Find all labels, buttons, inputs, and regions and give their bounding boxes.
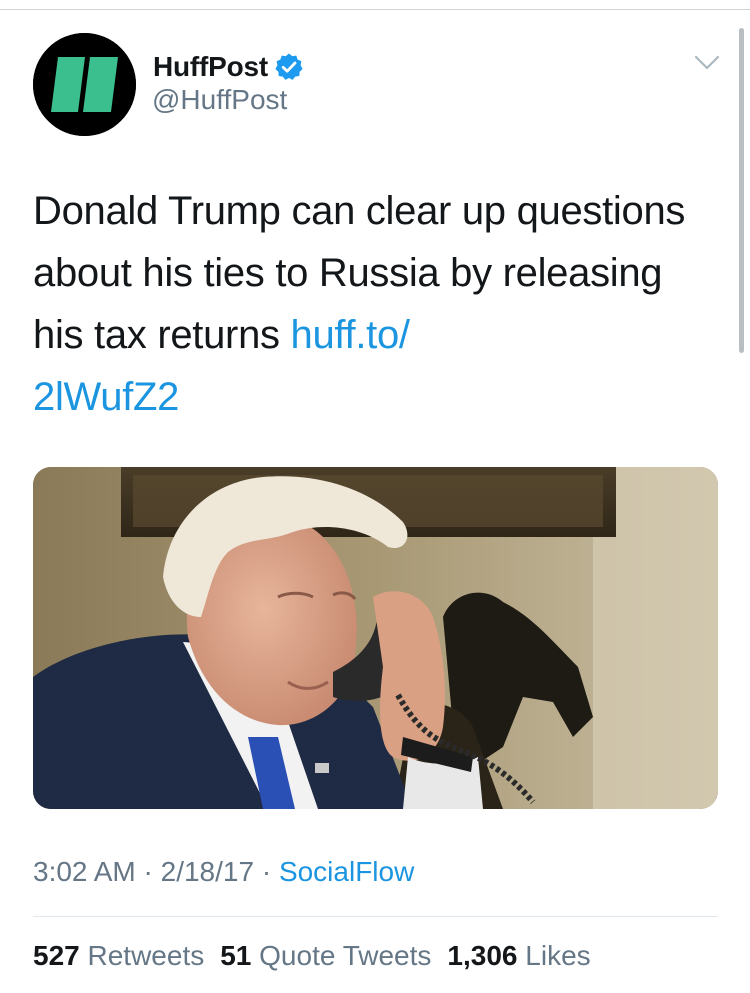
tweet-link-part2[interactable]: 2lWufZ2 bbox=[33, 375, 179, 419]
scrollbar[interactable] bbox=[739, 28, 744, 353]
tweet-text: Donald Trump can clear up questions abou… bbox=[33, 180, 723, 428]
huffpost-logo-icon bbox=[33, 33, 136, 136]
meta-separator: · bbox=[254, 856, 279, 887]
top-divider bbox=[0, 9, 750, 10]
stats-divider bbox=[33, 916, 718, 917]
tweet-meta: 3:02 AM · 2/18/17 · SocialFlow bbox=[33, 856, 414, 888]
retweets-count[interactable]: 527 bbox=[33, 940, 80, 971]
author-name-row[interactable]: HuffPost bbox=[153, 48, 304, 86]
quotes-stat[interactable]: 51 Quote Tweets bbox=[220, 940, 431, 971]
tweet-link-part1[interactable]: huff.to/ bbox=[291, 313, 410, 357]
meta-separator: · bbox=[135, 856, 161, 887]
tweet-stats: 527 Retweets 51 Quote Tweets 1,306 Likes bbox=[33, 940, 591, 972]
retweets-stat[interactable]: 527 Retweets bbox=[33, 940, 204, 971]
avatar[interactable] bbox=[33, 33, 136, 136]
likes-label[interactable]: Likes bbox=[525, 940, 590, 971]
quotes-count[interactable]: 51 bbox=[220, 940, 251, 971]
author-handle[interactable]: @HuffPost bbox=[152, 84, 287, 116]
verified-badge-icon bbox=[275, 53, 303, 80]
tweet-media[interactable] bbox=[33, 467, 718, 809]
tweet-source-link[interactable]: SocialFlow bbox=[279, 856, 414, 887]
tweet-date: 2/18/17 bbox=[160, 856, 255, 887]
retweets-label[interactable]: Retweets bbox=[88, 940, 205, 971]
likes-count[interactable]: 1,306 bbox=[447, 940, 517, 971]
likes-stat[interactable]: 1,306 Likes bbox=[447, 940, 590, 971]
chevron-down-icon[interactable] bbox=[694, 55, 720, 71]
display-name[interactable]: HuffPost bbox=[153, 51, 268, 83]
photo-man-on-telephone bbox=[33, 467, 718, 809]
quotes-label[interactable]: Quote Tweets bbox=[259, 940, 431, 971]
tweet-time: 3:02 AM bbox=[33, 856, 136, 887]
